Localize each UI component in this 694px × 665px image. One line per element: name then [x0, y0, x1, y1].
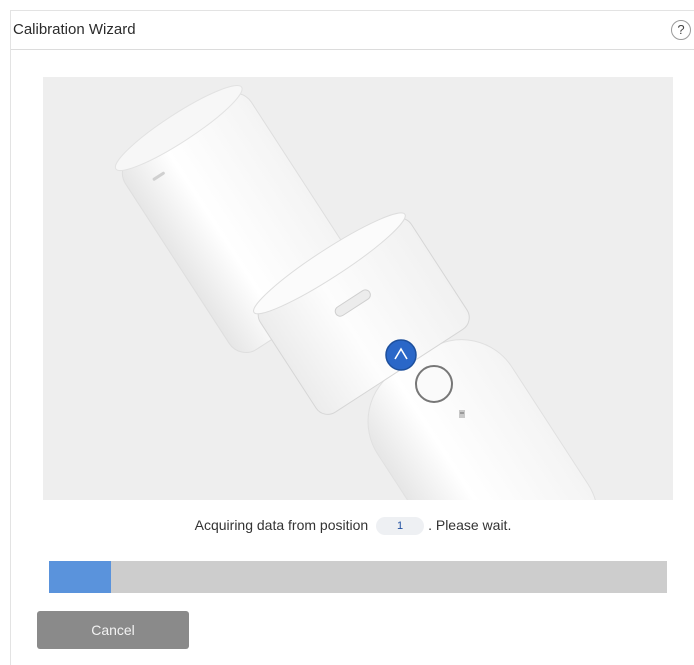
status-message: Acquiring data from position 1. Please w…	[11, 517, 694, 536]
probe-illustration-icon	[114, 85, 599, 500]
status-suffix: . Please wait.	[428, 517, 512, 533]
calibration-dialog: Calibration Wizard ? Acquiring data from…	[10, 10, 694, 665]
status-prefix: Acquiring data from position	[194, 517, 369, 533]
help-icon: ?	[677, 22, 685, 37]
progress-fill	[49, 561, 111, 593]
title-bar: Calibration Wizard ?	[11, 11, 694, 50]
position-badge: 1	[376, 517, 425, 536]
help-button[interactable]: ?	[671, 20, 691, 40]
dialog-title: Calibration Wizard	[13, 21, 136, 38]
calibration-illustration	[43, 77, 673, 500]
progress-bar	[49, 561, 667, 593]
cancel-button[interactable]: Cancel	[37, 611, 189, 649]
